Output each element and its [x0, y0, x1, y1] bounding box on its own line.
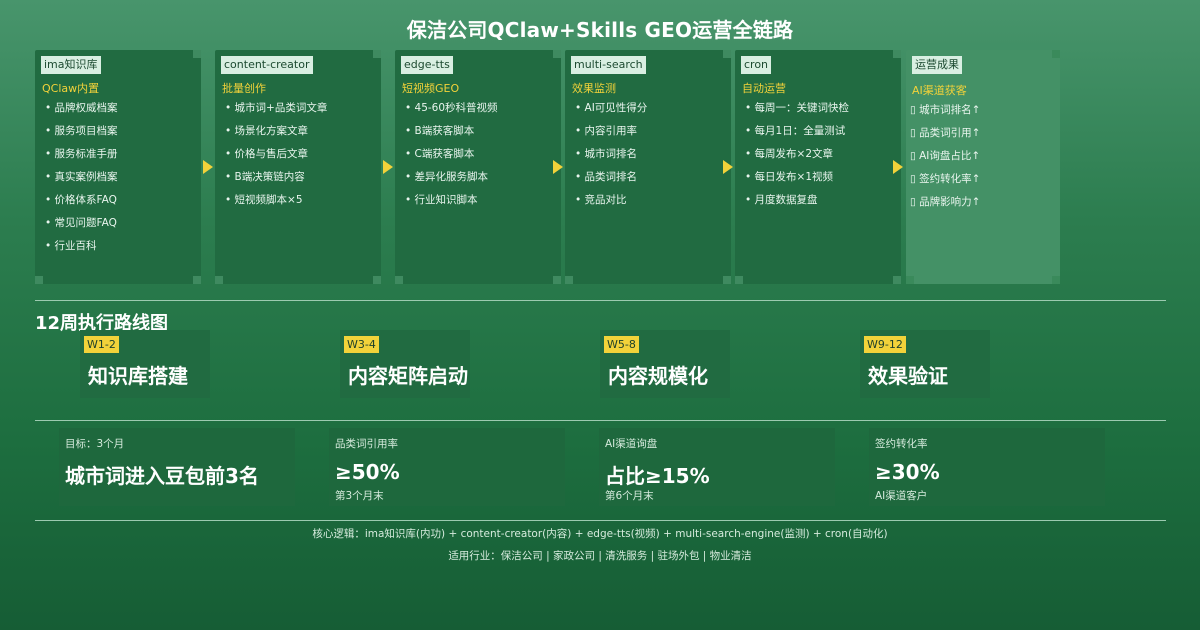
- list-item: ▯ AI询盘占比↑: [910, 150, 981, 162]
- arrow-icon: [893, 160, 903, 174]
- pipeline-card-edge-tts: edge-tts 短视频GEO • 45-60秒科普视频 • B端获客脚本 • …: [395, 50, 561, 284]
- metric-label: 签约转化率: [875, 438, 928, 450]
- arrow-icon: [203, 160, 213, 174]
- divider: [35, 300, 1166, 301]
- metric-value: 城市词进入豆包前3名: [65, 464, 259, 488]
- list-item: • 竞品对比: [575, 194, 627, 206]
- tool-label: edge-tts: [401, 56, 453, 74]
- result-subtitle: AI渠道获客: [912, 84, 967, 97]
- metric-note: AI渠道客户: [875, 490, 928, 502]
- phase-name: 知识库搭建: [88, 364, 188, 388]
- list-item: • 差异化服务脚本: [405, 171, 489, 183]
- pipeline-card-cron: cron 自动运营 • 每周一：关键词快检 • 每月1日：全量测试 • 每周发布…: [735, 50, 901, 284]
- list-item: • 行业百科: [45, 240, 97, 252]
- list-item: • 每月1日：全量测试: [745, 125, 846, 137]
- list-item: • B端决策链内容: [225, 171, 305, 183]
- page-title: 保洁公司QClaw+Skills GEO运营全链路: [406, 18, 794, 42]
- list-item: • 城市词排名: [575, 148, 638, 160]
- phase-tag: W3-4: [344, 336, 379, 353]
- pipeline-card-content-creator: content-creator 批量创作 • 城市词+品类词文章 • 场景化方案…: [215, 50, 381, 284]
- metric-value: ≥50%: [335, 460, 400, 484]
- list-item: • C端获客脚本: [405, 148, 475, 160]
- list-item: • 每周发布×2文章: [745, 148, 834, 160]
- footer-industries: 适用行业：保洁公司 | 家政公司 | 清洗服务 | 驻场外包 | 物业清洁: [448, 550, 752, 562]
- list-item: • 常见问题FAQ: [45, 217, 117, 229]
- list-item: ▯ 品牌影响力↑: [910, 196, 981, 208]
- pipeline-card-multi-search: multi-search 效果监测 • AI可见性得分 • 内容引用率 • 城市…: [565, 50, 731, 284]
- phase-name: 内容规模化: [608, 364, 708, 388]
- list-item: • 品类词排名: [575, 171, 638, 183]
- phase-name: 效果验证: [868, 364, 948, 388]
- card-subtitle: 短视频GEO: [402, 82, 460, 95]
- phase-tag: W1-2: [84, 336, 119, 353]
- result-card: 运营成果 AI渠道获客 ▯ 城市词排名↑ ▯ 品类词引用↑ ▯ AI询盘占比↑ …: [906, 50, 1060, 284]
- footer-logic: 核心逻辑：ima知识库(内功) + content-creator(内容) + …: [312, 528, 888, 540]
- list-item: • 服务项目档案: [45, 125, 118, 137]
- phase-card: W3-4 内容矩阵启动: [340, 330, 470, 398]
- list-item: • 行业知识脚本: [405, 194, 478, 206]
- phase-card: W5-8 内容规模化: [600, 330, 730, 398]
- list-item: • 城市词+品类词文章: [225, 102, 328, 114]
- arrow-icon: [383, 160, 393, 174]
- list-item: • 场景化方案文章: [225, 125, 309, 137]
- phase-card: W9-12 效果验证: [860, 330, 990, 398]
- phase-card: W1-2 知识库搭建: [80, 330, 210, 398]
- metric-label: 品类词引用率: [335, 438, 398, 450]
- list-item: • 短视频脚本×5: [225, 194, 303, 206]
- list-item: • 价格体系FAQ: [45, 194, 117, 206]
- tool-label: ima知识库: [41, 56, 101, 74]
- list-item: • 价格与售后文章: [225, 148, 309, 160]
- card-subtitle: 自动运营: [742, 82, 786, 95]
- card-subtitle: QClaw内置: [42, 82, 100, 95]
- phase-tag: W9-12: [864, 336, 906, 353]
- metric-note: 第6个月末: [605, 490, 654, 502]
- tool-label: cron: [741, 56, 772, 74]
- list-item: • AI可见性得分: [575, 102, 648, 114]
- list-item: • 品牌权威档案: [45, 102, 118, 114]
- divider: [35, 520, 1166, 521]
- list-item: ▯ 城市词排名↑: [910, 104, 981, 116]
- metric-label: AI渠道询盘: [605, 438, 658, 450]
- metric-card: 目标：3个月 城市词进入豆包前3名: [59, 428, 295, 506]
- list-item: ▯ 签约转化率↑: [910, 173, 981, 185]
- metric-value: 占比≥15%: [605, 464, 710, 488]
- metric-note: 第3个月末: [335, 490, 384, 502]
- list-item: ▯ 品类词引用↑: [910, 127, 981, 139]
- metric-value: ≥30%: [875, 460, 940, 484]
- arrow-icon: [723, 160, 733, 174]
- list-item: • 服务标准手册: [45, 148, 118, 160]
- result-label: 运营成果: [912, 56, 962, 74]
- card-subtitle: 批量创作: [222, 82, 266, 95]
- list-item: • 每周一：关键词快检: [745, 102, 850, 114]
- list-item: • 45-60秒科普视频: [405, 102, 498, 114]
- arrow-icon: [553, 160, 563, 174]
- metric-card: 品类词引用率 ≥50% 第3个月末: [329, 428, 565, 506]
- tool-label: content-creator: [221, 56, 313, 74]
- list-item: • 内容引用率: [575, 125, 638, 137]
- list-item: • 真实案例档案: [45, 171, 118, 183]
- tool-label: multi-search: [571, 56, 646, 74]
- metric-label: 目标：3个月: [65, 438, 125, 450]
- phase-tag: W5-8: [604, 336, 639, 353]
- metric-card: 签约转化率 ≥30% AI渠道客户: [869, 428, 1105, 506]
- list-item: • 每日发布×1视频: [745, 171, 834, 183]
- list-item: • 月度数据复盘: [745, 194, 818, 206]
- metric-card: AI渠道询盘 占比≥15% 第6个月末: [599, 428, 835, 506]
- divider: [35, 420, 1166, 421]
- phase-name: 内容矩阵启动: [348, 364, 468, 388]
- pipeline-card-ima: ima知识库 QClaw内置 • 品牌权威档案 • 服务项目档案 • 服务标准手…: [35, 50, 201, 284]
- card-subtitle: 效果监测: [572, 82, 616, 95]
- list-item: • B端获客脚本: [405, 125, 475, 137]
